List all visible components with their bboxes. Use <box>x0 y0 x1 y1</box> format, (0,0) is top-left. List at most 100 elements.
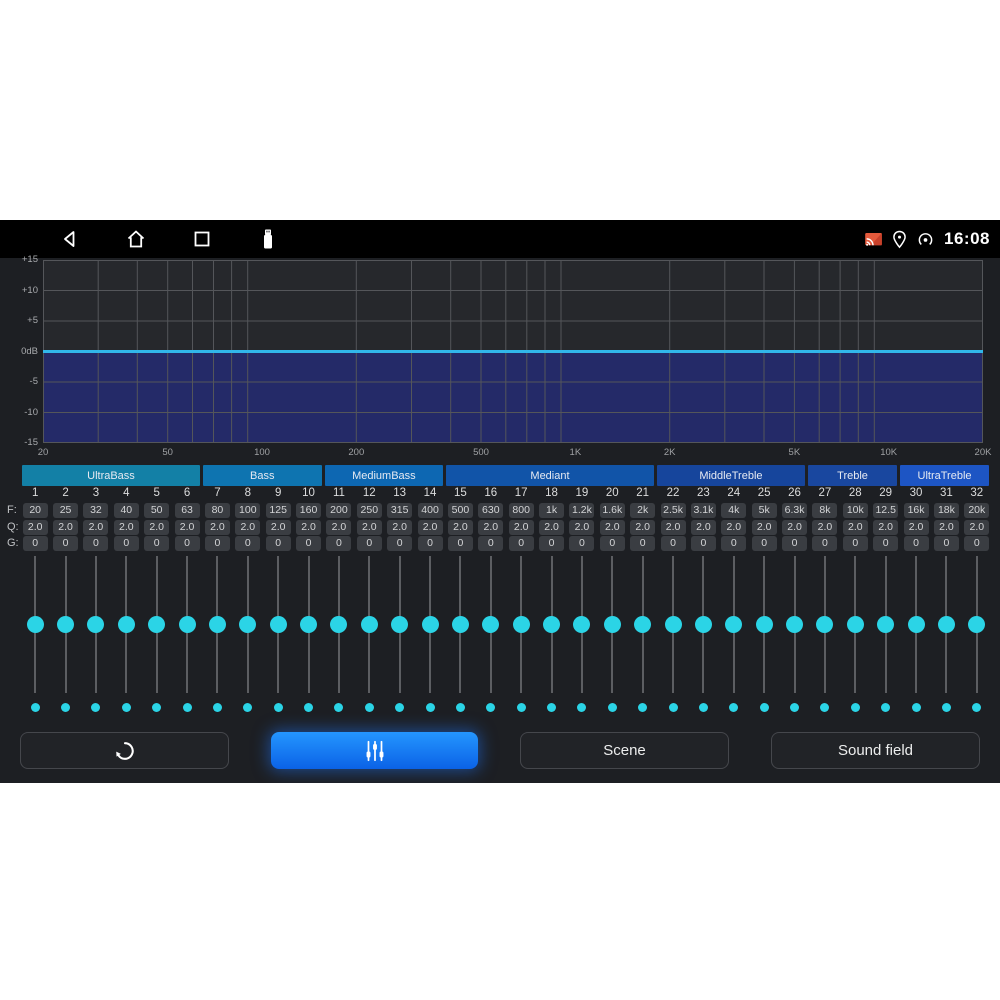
f-value-chip[interactable]: 315 <box>387 503 412 518</box>
f-value-chip[interactable]: 2k <box>630 503 655 518</box>
q-value-chip[interactable]: 2.0 <box>448 520 473 535</box>
q-value-chip[interactable]: 2.0 <box>418 520 443 535</box>
q-value-chip[interactable]: 2.0 <box>752 520 777 535</box>
slider-knob[interactable] <box>968 616 985 633</box>
slider-knob[interactable] <box>665 616 682 633</box>
g-value-chip[interactable]: 0 <box>964 536 989 551</box>
q-value-chip[interactable]: 2.0 <box>509 520 534 535</box>
f-value-chip[interactable]: 20k <box>964 503 989 518</box>
slider-knob[interactable] <box>270 616 287 633</box>
slider-knob[interactable] <box>877 616 894 633</box>
q-value-chip[interactable]: 2.0 <box>630 520 655 535</box>
slider-knob[interactable] <box>179 616 196 633</box>
f-value-chip[interactable]: 160 <box>296 503 321 518</box>
f-value-chip[interactable]: 16k <box>904 503 929 518</box>
slider-knob[interactable] <box>422 616 439 633</box>
gain-slider[interactable] <box>233 556 263 693</box>
g-value-chip[interactable]: 0 <box>144 536 169 551</box>
q-value-chip[interactable]: 2.0 <box>326 520 351 535</box>
gain-slider[interactable] <box>901 556 931 693</box>
slider-knob[interactable] <box>604 616 621 633</box>
f-value-chip[interactable]: 10k <box>843 503 868 518</box>
channel-dot[interactable] <box>426 703 435 712</box>
q-value-chip[interactable]: 2.0 <box>934 520 959 535</box>
gain-slider[interactable] <box>719 556 749 693</box>
q-value-chip[interactable]: 2.0 <box>23 520 48 535</box>
channel-dot[interactable] <box>729 703 738 712</box>
slider-knob[interactable] <box>908 616 925 633</box>
f-value-chip[interactable]: 1.6k <box>600 503 625 518</box>
gain-slider[interactable] <box>871 556 901 693</box>
gain-slider[interactable] <box>658 556 688 693</box>
f-value-chip[interactable]: 63 <box>175 503 200 518</box>
slider-knob[interactable] <box>786 616 803 633</box>
slider-knob[interactable] <box>361 616 378 633</box>
g-value-chip[interactable]: 0 <box>904 536 929 551</box>
gain-slider[interactable] <box>293 556 323 693</box>
q-value-chip[interactable]: 2.0 <box>964 520 989 535</box>
f-value-chip[interactable]: 500 <box>448 503 473 518</box>
f-value-chip[interactable]: 800 <box>509 503 534 518</box>
channel-dot[interactable] <box>122 703 131 712</box>
channel-dot[interactable] <box>304 703 313 712</box>
gain-slider[interactable] <box>810 556 840 693</box>
slider-knob[interactable] <box>209 616 226 633</box>
gain-slider[interactable] <box>324 556 354 693</box>
reset-button[interactable] <box>20 732 229 769</box>
scene-button[interactable]: Scene <box>520 732 729 769</box>
slider-knob[interactable] <box>756 616 773 633</box>
gain-slider[interactable] <box>536 556 566 693</box>
gain-slider[interactable] <box>779 556 809 693</box>
f-value-chip[interactable]: 400 <box>418 503 443 518</box>
channel-dot[interactable] <box>365 703 374 712</box>
q-value-chip[interactable]: 2.0 <box>478 520 503 535</box>
g-value-chip[interactable]: 0 <box>296 536 321 551</box>
q-value-chip[interactable]: 2.0 <box>235 520 260 535</box>
gain-slider[interactable] <box>840 556 870 693</box>
channel-dot[interactable] <box>183 703 192 712</box>
g-value-chip[interactable]: 0 <box>691 536 716 551</box>
g-value-chip[interactable]: 0 <box>205 536 230 551</box>
channel-dot[interactable] <box>547 703 556 712</box>
channel-dot[interactable] <box>912 703 921 712</box>
f-value-chip[interactable]: 50 <box>144 503 169 518</box>
q-value-chip[interactable]: 2.0 <box>904 520 929 535</box>
g-value-chip[interactable]: 0 <box>569 536 594 551</box>
f-value-chip[interactable]: 20 <box>23 503 48 518</box>
f-value-chip[interactable]: 25 <box>53 503 78 518</box>
channel-dot[interactable] <box>699 703 708 712</box>
g-value-chip[interactable]: 0 <box>418 536 443 551</box>
channel-dot[interactable] <box>790 703 799 712</box>
g-value-chip[interactable]: 0 <box>509 536 534 551</box>
f-value-chip[interactable]: 32 <box>83 503 108 518</box>
q-value-chip[interactable]: 2.0 <box>691 520 716 535</box>
q-value-chip[interactable]: 2.0 <box>812 520 837 535</box>
channel-dot[interactable] <box>334 703 343 712</box>
gain-slider[interactable] <box>962 556 992 693</box>
channel-dot[interactable] <box>820 703 829 712</box>
f-value-chip[interactable]: 250 <box>357 503 382 518</box>
g-value-chip[interactable]: 0 <box>23 536 48 551</box>
q-value-chip[interactable]: 2.0 <box>266 520 291 535</box>
channel-dot[interactable] <box>213 703 222 712</box>
home-icon[interactable] <box>124 227 148 251</box>
g-value-chip[interactable]: 0 <box>266 536 291 551</box>
g-value-chip[interactable]: 0 <box>843 536 868 551</box>
q-value-chip[interactable]: 2.0 <box>569 520 594 535</box>
slider-knob[interactable] <box>330 616 347 633</box>
f-value-chip[interactable]: 125 <box>266 503 291 518</box>
q-value-chip[interactable]: 2.0 <box>873 520 898 535</box>
g-value-chip[interactable]: 0 <box>448 536 473 551</box>
slider-knob[interactable] <box>695 616 712 633</box>
q-value-chip[interactable]: 2.0 <box>175 520 200 535</box>
slider-knob[interactable] <box>239 616 256 633</box>
slider-knob[interactable] <box>938 616 955 633</box>
slider-knob[interactable] <box>57 616 74 633</box>
gain-slider[interactable] <box>385 556 415 693</box>
channel-dot[interactable] <box>456 703 465 712</box>
channel-dot[interactable] <box>851 703 860 712</box>
g-value-chip[interactable]: 0 <box>83 536 108 551</box>
channel-dot[interactable] <box>942 703 951 712</box>
slider-knob[interactable] <box>725 616 742 633</box>
f-value-chip[interactable]: 5k <box>752 503 777 518</box>
